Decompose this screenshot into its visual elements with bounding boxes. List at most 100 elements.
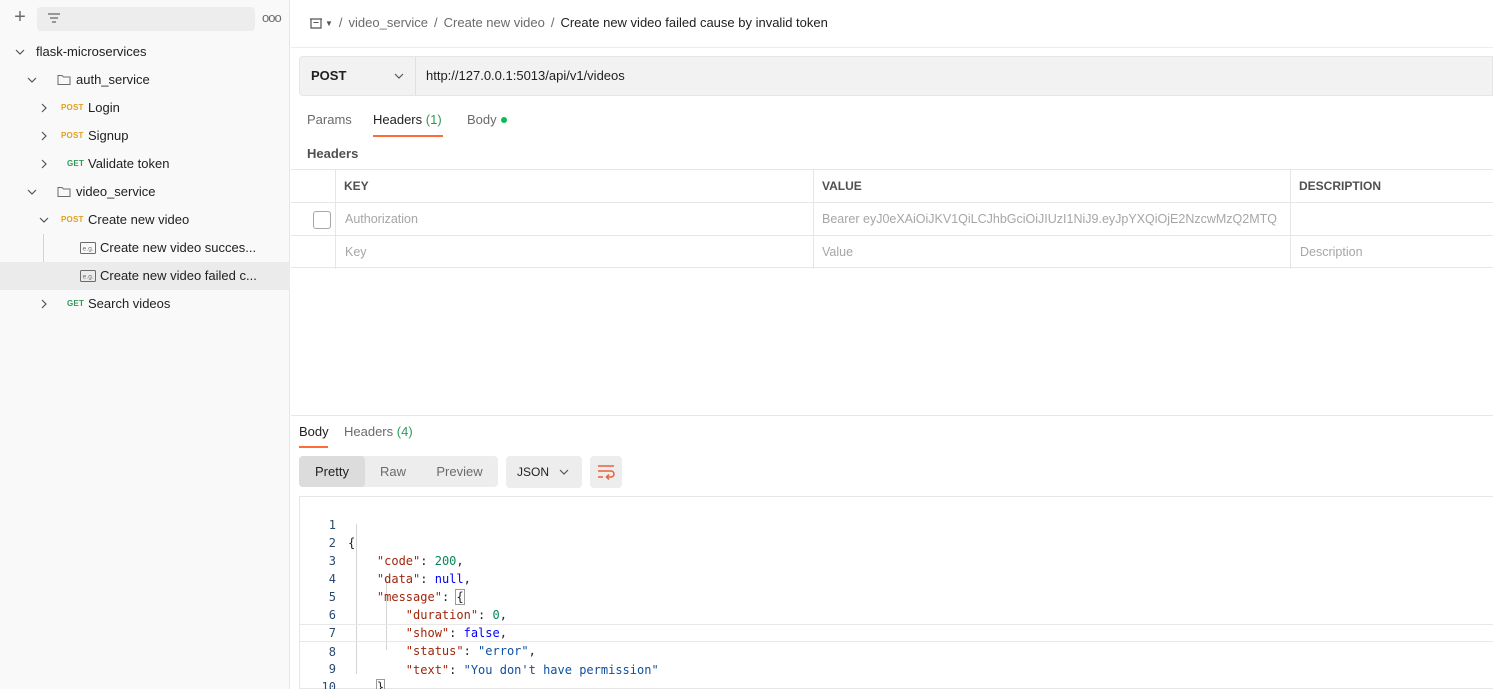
example-icon: e.g. <box>80 242 96 254</box>
view-preview[interactable]: Preview <box>421 456 498 487</box>
method-badge: POST <box>61 131 84 140</box>
method-badge: POST <box>61 103 84 112</box>
method-label: POST <box>311 68 347 83</box>
table-header-row: KEY VALUE DESCRIPTION <box>291 169 1493 203</box>
request-item-search-videos[interactable]: GET Search videos <box>0 290 290 318</box>
chevron-down-icon <box>394 73 404 79</box>
view-raw[interactable]: Raw <box>365 456 421 487</box>
folder-item-auth-service[interactable]: auth_service <box>0 66 290 94</box>
request-label: Login <box>88 100 120 115</box>
chevron-down-icon[interactable] <box>27 75 37 85</box>
chevron-down-icon[interactable] <box>27 187 37 197</box>
key-input[interactable]: Key <box>345 236 367 268</box>
folder-label: video_service <box>76 184 156 199</box>
section-label: Headers <box>307 146 359 161</box>
header-key-cell[interactable]: Authorization <box>345 203 805 235</box>
description-input[interactable]: Description <box>1300 236 1363 268</box>
tab-body[interactable]: Body <box>467 111 507 137</box>
chevron-right-icon[interactable] <box>39 131 49 141</box>
wrap-lines-button[interactable] <box>590 456 622 488</box>
folder-icon <box>57 187 71 197</box>
url-input[interactable]: http://127.0.0.1:5013/api/v1/videos <box>426 68 625 83</box>
tab-response-headers[interactable]: Headers (4) <box>344 422 413 448</box>
example-item-success[interactable]: e.g. Create new video succes... <box>0 234 290 262</box>
main-panel: ▼ / video_service / Create new video / Create … <box>291 0 1493 689</box>
request-label: Signup <box>88 128 129 143</box>
header-description-cell[interactable] <box>1300 203 1490 235</box>
response-body-editor[interactable]: 1 { 2 "code": 200, 3 "data": null, 4 "me… <box>299 496 1493 689</box>
example-type-icon[interactable] <box>309 17 323 31</box>
url-bar: POST http://127.0.0.1:5013/api/v1/videos <box>299 56 1493 96</box>
example-label: Create new video succes... <box>100 240 257 255</box>
code-line: 6 "show": false, <box>300 588 1493 640</box>
body-indicator-dot <box>500 116 507 123</box>
format-label: JSON <box>517 465 550 479</box>
request-label: Create new video <box>88 212 190 227</box>
sidebar: + ooo flask-microservices auth_service P… <box>0 0 290 689</box>
chevron-down-icon[interactable] <box>15 47 25 57</box>
column-header-key: KEY <box>344 179 369 193</box>
svg-text:e.g.: e.g. <box>83 246 94 253</box>
breadcrumb-separator: / <box>550 15 555 30</box>
tab-count: (1) <box>425 112 442 127</box>
request-item-signup[interactable]: POST Signup <box>0 122 290 150</box>
row-checkbox[interactable] <box>313 211 331 229</box>
column-divider <box>335 203 336 236</box>
tab-label: Headers <box>344 424 394 439</box>
more-options-icon[interactable]: ooo <box>262 7 282 31</box>
view-pretty[interactable]: Pretty <box>299 456 365 487</box>
tab-count: (4) <box>396 424 413 439</box>
breadcrumb-item[interactable]: Create new video <box>444 15 545 30</box>
column-header-description: DESCRIPTION <box>1299 179 1382 193</box>
chevron-right-icon[interactable] <box>39 299 49 309</box>
request-item-create-new-video[interactable]: POST Create new video <box>0 206 290 234</box>
code-line: 2 "code": 200, <box>300 516 1493 568</box>
svg-text:e.g.: e.g. <box>83 274 94 281</box>
example-item-failed[interactable]: e.g. Create new video failed c... <box>0 262 290 290</box>
filter-input[interactable] <box>37 7 255 31</box>
plus-icon[interactable]: + <box>10 7 30 28</box>
request-item-validate-token[interactable]: GET Validate token <box>0 150 290 178</box>
filter-icon <box>48 13 60 23</box>
method-badge: GET <box>67 299 85 308</box>
column-divider <box>813 170 814 203</box>
header-value-cell[interactable]: Bearer eyJ0eXAiOiJKV1QiLCJhbGciOiJIUzI1N… <box>822 203 1282 235</box>
chevron-right-icon[interactable] <box>39 159 49 169</box>
method-select[interactable]: POST <box>300 57 416 95</box>
line-number: 10 <box>321 680 336 689</box>
page-title[interactable]: Create new video failed cause by invalid… <box>560 15 827 30</box>
breadcrumb: ▼ / video_service / Create new video / Create … <box>309 12 828 34</box>
column-header-value: VALUE <box>822 179 862 193</box>
format-select[interactable]: JSON <box>506 456 582 488</box>
tab-label: Body <box>299 424 329 439</box>
folder-icon <box>57 75 71 85</box>
column-divider <box>335 170 336 203</box>
view-mode-switch: Pretty Raw Preview <box>299 456 498 487</box>
tab-headers[interactable]: Headers (1) <box>373 111 443 137</box>
chevron-down-icon[interactable] <box>39 215 49 225</box>
request-label: Search videos <box>88 296 171 311</box>
header-divider <box>291 47 1493 48</box>
method-badge: POST <box>61 215 84 224</box>
sidebar-toolbar: + ooo <box>0 0 290 38</box>
code-line: 7 "status": "error", <box>300 606 1493 658</box>
collection-item[interactable]: flask-microservices <box>0 38 290 66</box>
method-badge: GET <box>67 159 85 168</box>
folder-item-video-service[interactable]: video_service <box>0 178 290 206</box>
chevron-right-icon[interactable] <box>39 103 49 113</box>
table-row-empty: Key Value Description <box>291 235 1493 269</box>
caret-down-icon[interactable]: ▼ <box>325 13 333 35</box>
tab-params[interactable]: Params <box>307 111 352 137</box>
value-input[interactable]: Value <box>822 236 853 268</box>
table-row: Authorization Bearer eyJ0eXAiOiJKV1QiLCJ… <box>291 202 1493 236</box>
breadcrumb-item[interactable]: video_service <box>349 15 429 30</box>
request-item-login[interactable]: POST Login <box>0 94 290 122</box>
code-line: 1 { <box>300 498 1493 550</box>
code-line: 3 "data": null, <box>300 534 1493 586</box>
tab-label: Body <box>467 112 497 127</box>
code-line: 9 } <box>300 642 1493 689</box>
column-divider <box>1290 203 1291 236</box>
column-divider <box>335 236 336 269</box>
request-response-divider[interactable] <box>291 415 1493 416</box>
tab-response-body[interactable]: Body <box>299 422 329 448</box>
